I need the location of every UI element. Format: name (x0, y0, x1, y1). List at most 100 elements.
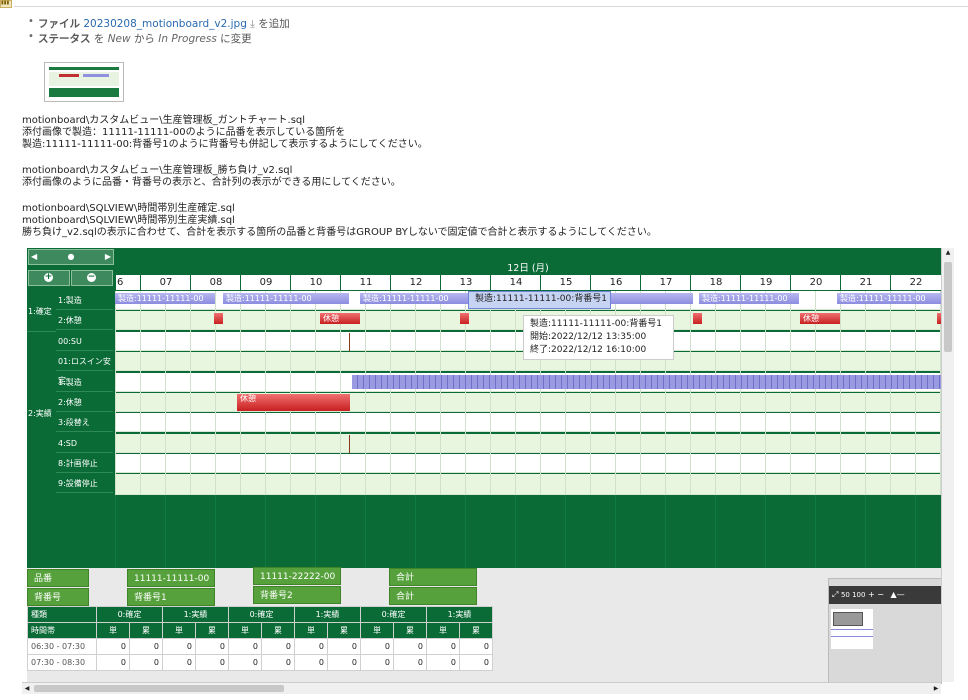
gantt-bar-rest[interactable]: 休憩 (800, 313, 840, 324)
value-cell: 0 (294, 638, 328, 655)
total-label: 合計 (389, 568, 477, 586)
horizontal-scrollbar[interactable]: ◀ ▶ (22, 682, 941, 694)
gantt-bar-hover[interactable]: 製造:11111-11111-00:背番号1 (468, 291, 611, 309)
value-cell: 0 (129, 654, 163, 671)
value-cell: 0 (393, 638, 427, 655)
sebangou-label: 背番号 (27, 588, 89, 606)
history-file-suffix: を追加 (258, 18, 290, 30)
value-cell: 0 (459, 638, 493, 655)
value-cell: 0 (228, 638, 262, 655)
sub-header: 単 (294, 622, 328, 639)
minimap-toolbar: ⤢ 50 100 + − ▲— (829, 586, 941, 604)
kind-cell: 0:確定 (228, 606, 295, 623)
row-label: 2:休憩 (56, 393, 113, 412)
value-cell: 0 (327, 638, 361, 655)
scroll-thumb[interactable] (34, 685, 284, 692)
gantt-bar-production-actual[interactable] (352, 375, 941, 389)
sub-header: 累 (327, 622, 361, 639)
sub-header: 単 (96, 622, 130, 639)
tooltip-line: 開始:2022/12/12 13:35:00 (530, 332, 647, 342)
gantt-bar-rest[interactable] (693, 313, 702, 324)
scroll-dot-icon[interactable]: ● (68, 252, 75, 261)
kind-cell: 1:実績 (162, 606, 229, 623)
gantt-hour-header: 6 07 08 09 10 11 12 13 14 15 16 17 18 19… (115, 275, 941, 290)
zoom-level: 50 100 (840, 591, 866, 599)
sub-header: 単 (426, 622, 460, 639)
hour-label: 15 (540, 275, 591, 290)
hour-label: 09 (240, 275, 291, 290)
value-cell: 0 (360, 654, 394, 671)
value-cell: 0 (393, 654, 427, 671)
kind-header: 種類 (27, 606, 97, 623)
hour-label: 21 (840, 275, 891, 290)
scroll-up-icon[interactable]: ▲ (942, 248, 954, 258)
row-label: 4:SD (56, 434, 113, 453)
gantt-date-header: 12日 (月) (507, 263, 549, 274)
divider (14, 6, 968, 7)
history-file-prefix: ファイル (38, 18, 80, 30)
vertical-scrollbar[interactable]: ▲ (941, 248, 954, 682)
hour-label: 20 (790, 275, 841, 290)
zoom-in-icon[interactable]: + (868, 590, 875, 599)
minimap-panel[interactable]: ⤢ 50 100 + − ▲— (828, 578, 942, 684)
zoom-out-icon[interactable]: − (877, 590, 884, 599)
hour-label: 07 (140, 275, 191, 290)
zoom-out-button[interactable]: − (71, 270, 113, 286)
status-from: New (107, 33, 131, 45)
status-suffix: に変更 (220, 33, 252, 45)
value-cell: 0 (426, 654, 460, 671)
hour-label: 6 (115, 275, 142, 290)
fit-icon[interactable]: ⤢ (832, 590, 838, 599)
minus-icon: − (87, 272, 96, 282)
scroll-thumb[interactable] (944, 262, 952, 352)
gantt-bar-production[interactable]: 製造:11111-11111-00 (115, 293, 215, 304)
gantt-bar-production[interactable]: 製造:11111-11111-00 (223, 293, 349, 304)
history-status-conj: を (93, 33, 105, 45)
prev-arrow-icon[interactable]: ◀ (31, 250, 37, 264)
table-row: 07:30 - 08:30 0 0 0 0 0 0 0 0 0 0 0 0 (27, 654, 493, 671)
scroll-left-icon[interactable]: ◀ (22, 683, 32, 694)
hour-label: 19 (740, 275, 791, 290)
scroll-right-icon[interactable]: ▶ (931, 683, 941, 694)
bullet: • (28, 16, 34, 27)
group-label: 2:実績 (28, 409, 52, 418)
kind-cell: 0:確定 (96, 606, 163, 623)
corner-icon: ▮▮▮ (0, 0, 12, 8)
next-arrow-icon[interactable]: ▶ (105, 250, 111, 264)
attachment-link[interactable]: 20230208_motionboard_v2.jpg (83, 18, 247, 30)
gantt-bar-production[interactable]: 製造:11111-11111-00 (699, 293, 799, 304)
row-label: 01:ロスイン安定 (56, 352, 113, 385)
hour-label: 16 (590, 275, 641, 290)
hour-label: 11 (340, 275, 391, 290)
attachment-thumbnail[interactable] (44, 62, 124, 102)
gantt-nav-bar: ◀ ● ▶ (28, 249, 114, 265)
gantt-bar-rest[interactable] (214, 313, 223, 324)
history-status-prefix: ステータス (38, 33, 91, 45)
zoom-slider[interactable]: ▲— (891, 590, 905, 599)
minimap-preview (831, 609, 873, 649)
value-cell: 0 (96, 654, 130, 671)
description-line: motionboard\SQLVIEW\時間帯別生産確定.sql (22, 203, 235, 214)
hour-label: 08 (190, 275, 241, 290)
sub-header: 累 (195, 622, 229, 639)
hinban-value: 11111-22222-00 (253, 567, 341, 585)
gantt-bar-production[interactable]: 製造:11111-11111-00 (360, 293, 468, 304)
gantt-bar-rest[interactable] (460, 313, 469, 324)
history-status-entry: ステータス を New から In Progress に変更 (38, 31, 252, 46)
zoom-in-button[interactable]: + (28, 270, 70, 286)
value-cell: 0 (261, 638, 295, 655)
hour-label: 17 (640, 275, 691, 290)
row-label: 8:計画停止 (56, 454, 113, 473)
value-cell: 0 (129, 638, 163, 655)
download-icon[interactable]: ⤓ (250, 18, 255, 30)
gantt-bar-production[interactable]: 製造:11111-11111-00 (837, 293, 941, 304)
row-label: 00:SU (56, 332, 113, 351)
gantt-row (115, 413, 941, 432)
gantt-bar-rest[interactable]: 休憩 (320, 313, 360, 324)
gantt-bar-rest-actual[interactable]: 休憩 (237, 394, 350, 411)
sebangou-value: 背番号2 (253, 586, 341, 604)
hour-label: 12 (390, 275, 441, 290)
description-line: 勝ち負け_v2.sqlの表示に合わせて、合計を表示する箇所の品番と背番号はGRO… (22, 227, 657, 238)
table-header-row: 時間帯 単 累 単 累 単 累 単 累 単 累 単 累 (27, 622, 493, 639)
tooltip-line: 終了:2022/12/12 16:10:00 (530, 345, 647, 355)
